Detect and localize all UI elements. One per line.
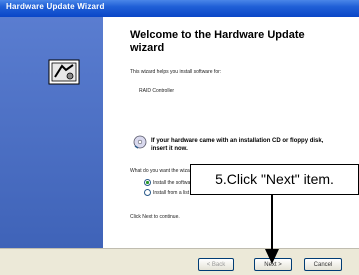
option-auto-radio[interactable]: [144, 179, 151, 186]
device-name: RAID Controller: [139, 88, 175, 94]
wizard-side-panel: [0, 17, 103, 248]
wizard-content: Welcome to the Hardware Update wizard Th…: [103, 17, 359, 248]
intro-text: This wizard helps you install software f…: [130, 69, 222, 75]
window-title: Hardware Update Wizard: [6, 2, 105, 11]
instruction-callout: 5.Click "Next" item.: [190, 164, 359, 195]
hardware-update-wizard-window: Hardware Update Wizard Welcome to the Ha…: [0, 0, 359, 275]
cancel-button[interactable]: Cancel: [304, 258, 342, 271]
arrow-down-icon: [265, 195, 279, 264]
hardware-wizard-icon: [48, 59, 80, 85]
cd-hint: If your hardware came with an installati…: [151, 138, 324, 152]
title-bar: Hardware Update Wizard: [0, 0, 359, 17]
wizard-heading: Welcome to the Hardware Update wizard: [130, 29, 305, 54]
continue-hint: Click Next to continue.: [130, 214, 180, 220]
cd-icon: [133, 135, 147, 149]
back-button[interactable]: < Back: [198, 258, 234, 271]
option-manual-radio[interactable]: [144, 189, 151, 196]
